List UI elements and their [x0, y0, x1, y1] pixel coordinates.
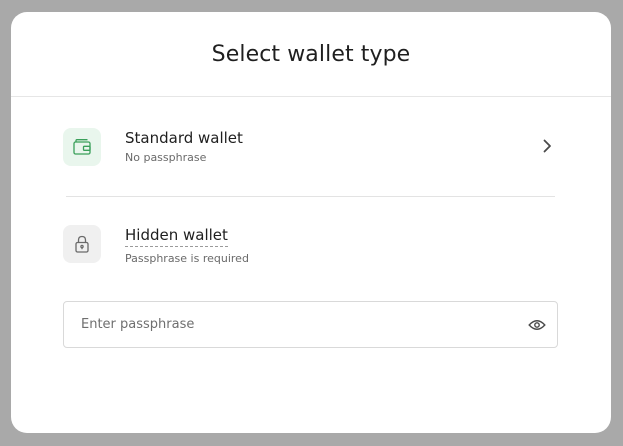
hidden-wallet-subtitle: Passphrase is required — [125, 252, 249, 265]
option-divider — [66, 196, 555, 197]
hidden-wallet-option[interactable]: Hidden wallet Passphrase is required — [63, 225, 555, 269]
standard-wallet-subtitle: No passphrase — [125, 151, 207, 164]
eye-icon[interactable] — [528, 316, 546, 334]
chevron-right-icon — [539, 138, 555, 154]
hidden-wallet-title[interactable]: Hidden wallet — [125, 225, 228, 247]
hidden-wallet-text: Hidden wallet Passphrase is required — [125, 225, 249, 265]
passphrase-input[interactable] — [64, 302, 528, 347]
standard-wallet-option[interactable]: Standard wallet No passphrase — [63, 128, 555, 168]
modal-title: Select wallet type — [211, 41, 411, 67]
passphrase-field — [63, 301, 558, 348]
standard-wallet-text: Standard wallet No passphrase — [125, 128, 243, 164]
wallet-type-modal: Select wallet type Standard wallet No pa… — [11, 12, 611, 433]
lock-icon — [63, 225, 101, 263]
wallet-icon — [63, 128, 101, 166]
standard-wallet-title: Standard wallet — [125, 129, 243, 147]
modal-header: Select wallet type — [11, 12, 611, 97]
